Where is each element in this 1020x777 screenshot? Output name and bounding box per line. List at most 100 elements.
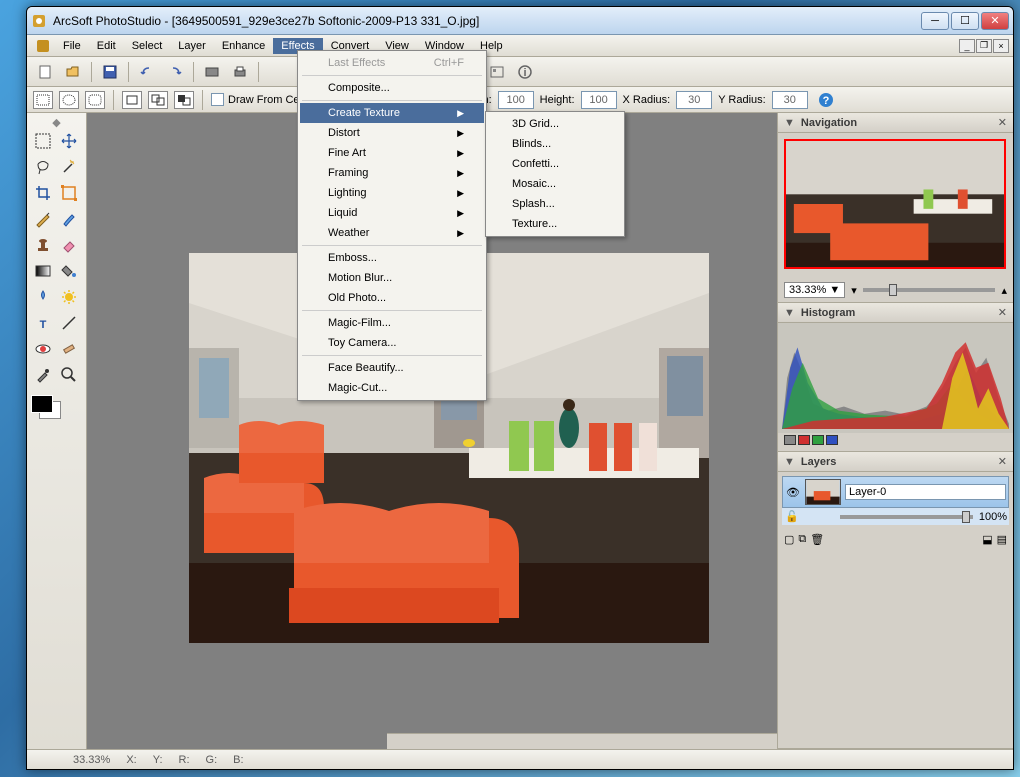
undo-button[interactable] [135, 60, 159, 84]
menu-layer[interactable]: Layer [170, 38, 214, 54]
menuitem-magic-cut[interactable]: Magic-Cut... [300, 378, 484, 398]
layer-name-input[interactable] [845, 484, 1006, 500]
shape-roundrect-icon[interactable] [85, 91, 105, 109]
merge-down-icon[interactable]: ⬓ [982, 533, 992, 546]
crop-tool[interactable] [31, 181, 55, 205]
horizontal-scrollbar[interactable] [387, 733, 777, 749]
menu-edit[interactable]: Edit [89, 38, 124, 54]
text-tool[interactable]: T [31, 311, 55, 335]
layer-row[interactable]: 👁 [782, 476, 1009, 508]
mode-add-icon[interactable] [148, 91, 168, 109]
menuitem-weather[interactable]: Weather▶ [300, 223, 484, 243]
menuitem-3d-grid[interactable]: 3D Grid... [488, 114, 622, 134]
panel-close-icon[interactable]: ✕ [998, 116, 1007, 129]
open-button[interactable] [61, 60, 85, 84]
collapse-icon[interactable]: ▼ [784, 307, 795, 319]
menuitem-create-texture[interactable]: Create Texture▶ [300, 103, 484, 123]
menuitem-old-photo[interactable]: Old Photo... [300, 288, 484, 308]
xradius-input[interactable] [676, 91, 712, 109]
close-button[interactable]: ✕ [981, 12, 1009, 30]
menu-select[interactable]: Select [124, 38, 171, 54]
duplicate-layer-icon[interactable]: ⧉ [798, 533, 806, 546]
histo-blue-swatch[interactable] [826, 435, 838, 445]
opacity-slider[interactable] [840, 515, 973, 519]
eraser-tool[interactable] [57, 233, 81, 257]
new-button[interactable] [33, 60, 57, 84]
dodge-tool[interactable] [57, 285, 81, 309]
toolbox-grip[interactable]: ◆ [31, 117, 82, 127]
flatten-icon[interactable]: ▤ [997, 533, 1007, 546]
zoom-out-icon[interactable]: ▾ [851, 284, 857, 297]
histo-luminosity-swatch[interactable] [784, 435, 796, 445]
menu-enhance[interactable]: Enhance [214, 38, 273, 54]
shape-rect-icon[interactable] [33, 91, 53, 109]
menuitem-magic-film[interactable]: Magic-Film... [300, 313, 484, 333]
menuitem-mosaic[interactable]: Mosaic... [488, 174, 622, 194]
eyedropper-tool[interactable] [31, 363, 55, 387]
menuitem-distort[interactable]: Distort▶ [300, 123, 484, 143]
menuitem-confetti[interactable]: Confetti... [488, 154, 622, 174]
mdi-close-button[interactable]: × [993, 39, 1009, 53]
gradient-tool[interactable] [31, 259, 55, 283]
maximize-button[interactable]: ☐ [951, 12, 979, 30]
color-swatch[interactable] [31, 395, 61, 419]
stamp-tool[interactable] [31, 233, 55, 257]
menuitem-blinds[interactable]: Blinds... [488, 134, 622, 154]
mode-subtract-icon[interactable] [174, 91, 194, 109]
menuitem-emboss[interactable]: Emboss... [300, 248, 484, 268]
menuitem-splash[interactable]: Splash... [488, 194, 622, 214]
yradius-input[interactable] [772, 91, 808, 109]
menuitem-face-beautify[interactable]: Face Beautify... [300, 358, 484, 378]
help-icon[interactable]: ? [814, 88, 838, 112]
redo-button[interactable] [163, 60, 187, 84]
menuitem-framing[interactable]: Framing▶ [300, 163, 484, 183]
menuitem-fine-art[interactable]: Fine Art▶ [300, 143, 484, 163]
width-input[interactable] [498, 91, 534, 109]
menuitem-composite[interactable]: Composite... [300, 78, 484, 98]
menuitem-lighting[interactable]: Lighting▶ [300, 183, 484, 203]
collapse-icon[interactable]: ▼ [784, 456, 795, 468]
marquee-tool[interactable] [31, 129, 55, 153]
menuitem-liquid[interactable]: Liquid▶ [300, 203, 484, 223]
lock-icon[interactable]: 🔓 [784, 510, 800, 523]
new-layer-icon[interactable]: ▢ [784, 533, 794, 546]
info-button[interactable]: i [513, 60, 537, 84]
mdi-restore-button[interactable]: ❐ [976, 39, 992, 53]
height-input[interactable] [581, 91, 617, 109]
panel-close-icon[interactable]: ✕ [998, 306, 1007, 319]
line-tool[interactable] [57, 311, 81, 335]
slideshow-button[interactable] [485, 60, 509, 84]
zoom-tool[interactable] [57, 363, 81, 387]
move-tool[interactable] [57, 129, 81, 153]
lasso-tool[interactable] [31, 155, 55, 179]
menuitem-toy-camera[interactable]: Toy Camera... [300, 333, 484, 353]
collapse-icon[interactable]: ▼ [784, 117, 795, 129]
menuitem-motion-blur[interactable]: Motion Blur... [300, 268, 484, 288]
print-button[interactable] [228, 60, 252, 84]
menuitem-texture[interactable]: Texture... [488, 214, 622, 234]
navigation-thumbnail[interactable] [784, 139, 1006, 269]
mdi-minimize-button[interactable]: _ [959, 39, 975, 53]
heal-tool[interactable] [57, 337, 81, 361]
save-button[interactable] [98, 60, 122, 84]
zoom-in-icon[interactable]: ▴ [1001, 284, 1007, 297]
brush-tool[interactable] [57, 207, 81, 231]
zoom-dropdown[interactable]: 33.33% ▼ [784, 282, 845, 298]
magic-wand-tool[interactable] [57, 155, 81, 179]
acquire-button[interactable] [200, 60, 224, 84]
shape-ellipse-icon[interactable] [59, 91, 79, 109]
smudge-tool[interactable] [31, 285, 55, 309]
histo-green-swatch[interactable] [812, 435, 824, 445]
pen-tool[interactable] [31, 207, 55, 231]
zoom-slider[interactable] [863, 288, 996, 292]
delete-layer-icon[interactable]: 🗑 [810, 533, 824, 546]
panel-close-icon[interactable]: ✕ [998, 455, 1007, 468]
minimize-button[interactable]: ─ [921, 12, 949, 30]
visibility-icon[interactable]: 👁 [785, 486, 801, 499]
redeye-tool[interactable] [31, 337, 55, 361]
menu-file[interactable]: File [55, 38, 89, 54]
transform-tool[interactable] [57, 181, 81, 205]
mode-new-icon[interactable] [122, 91, 142, 109]
bucket-tool[interactable] [57, 259, 81, 283]
histo-red-swatch[interactable] [798, 435, 810, 445]
